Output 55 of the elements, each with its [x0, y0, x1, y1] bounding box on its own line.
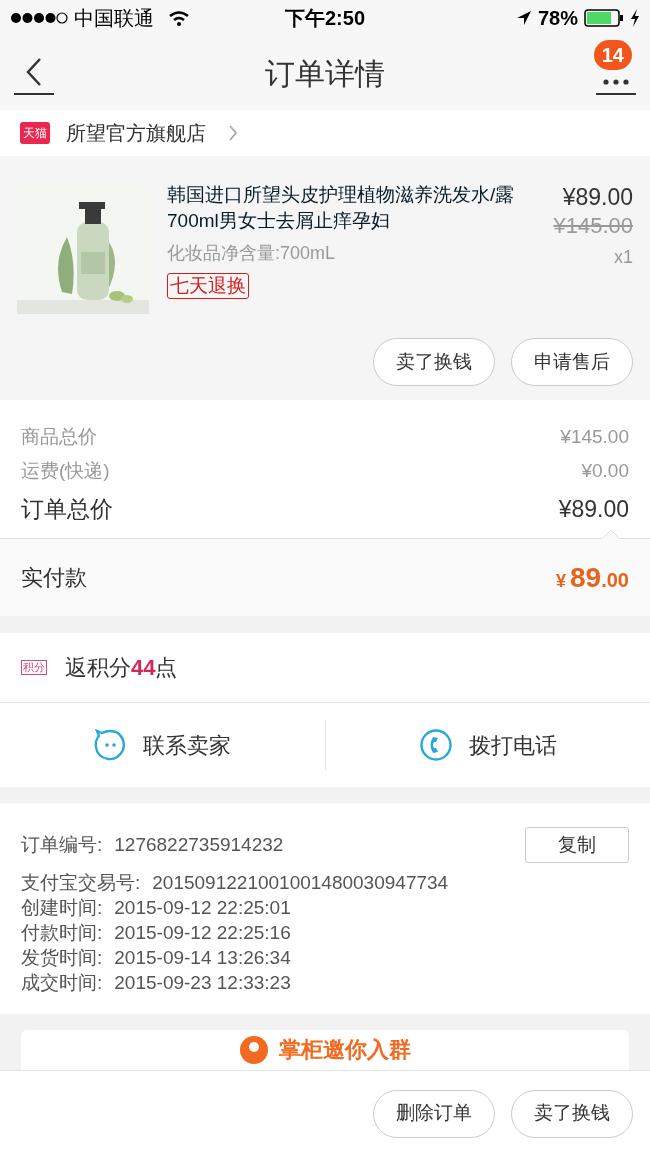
promo-title: 掌柜邀你入群 [279, 1036, 411, 1064]
page-title: 订单详情 [265, 55, 385, 92]
back-icon [25, 57, 43, 87]
status-time: 下午2:50 [284, 6, 366, 31]
platform-logo-icon: 天猫 [20, 122, 50, 144]
info-value: 2015-09-23 12:33:23 [114, 971, 291, 996]
charging-icon [630, 9, 640, 27]
info-value: 2015091221001001480030947734 [152, 871, 449, 896]
original-price: ¥145.00 [553, 212, 633, 240]
info-label: 创建时间: [21, 896, 103, 921]
phone-icon [418, 728, 453, 762]
info-value: 2015-09-14 13:26:34 [114, 946, 291, 971]
copy-button[interactable]: 复制 [525, 827, 629, 863]
product-price: ¥89.00 [562, 183, 633, 212]
summary-label: 运费(快递) [21, 458, 110, 483]
info-label: 付款时间: [21, 921, 103, 946]
battery-percent: 78% [537, 6, 578, 31]
info-value: 2015-09-12 22:25:01 [114, 896, 291, 921]
product-spec: 化妆品净含量:700mL [167, 242, 336, 265]
points-text: 返积分44点 [65, 654, 178, 682]
paid-amount: ¥89.00 [556, 560, 629, 595]
info-label: 订单编号: [21, 832, 103, 857]
info-value: 2015-09-12 22:25:16 [114, 921, 291, 946]
location-icon [515, 10, 532, 26]
info-label: 发货时间: [21, 946, 103, 971]
product-action-button[interactable]: 卖了换钱 [373, 338, 495, 386]
wifi-icon [168, 10, 190, 26]
chevron-right-icon [228, 124, 238, 142]
group-icon [239, 1035, 269, 1065]
summary-label: 商品总价 [21, 424, 97, 449]
more-icon [602, 79, 630, 85]
summary-label: 订单总价 [21, 494, 113, 524]
shop-name: 所望官方旗舰店 [66, 121, 206, 146]
carrier-name: 中国联通 [74, 6, 154, 31]
order-action-button[interactable]: 删除订单 [373, 1089, 495, 1138]
battery-icon [584, 9, 624, 27]
contact-button[interactable]: 联系卖家 [0, 720, 325, 770]
summary-value: ¥89.00 [558, 494, 629, 524]
contact-button[interactable]: 拨打电话 [324, 720, 650, 770]
info-label: 支付宝交易号: [21, 871, 141, 896]
chat-face-icon [93, 728, 128, 762]
signal-icon [10, 12, 68, 24]
order-action-button[interactable]: 卖了换钱 [511, 1089, 633, 1138]
summary-value: ¥0.00 [581, 458, 629, 483]
notification-badge: 14 [593, 40, 632, 70]
summary-value: ¥145.00 [560, 424, 629, 449]
product-title[interactable]: 韩国进口所望头皮护理植物滋养洗发水/露700ml男女士去屑止痒孕妇 [167, 182, 536, 234]
info-value: 1276822735914232 [114, 832, 284, 857]
info-label: 成交时间: [21, 971, 103, 996]
return-policy-tag: 七天退换 [167, 273, 249, 299]
product-quantity: x1 [614, 246, 633, 269]
points-icon: 积分 [21, 660, 47, 675]
product-action-button[interactable]: 申请售后 [511, 338, 633, 386]
shop-row[interactable]: 天猫 所望官方旗舰店 [0, 110, 650, 156]
paid-label: 实付款 [21, 564, 87, 592]
